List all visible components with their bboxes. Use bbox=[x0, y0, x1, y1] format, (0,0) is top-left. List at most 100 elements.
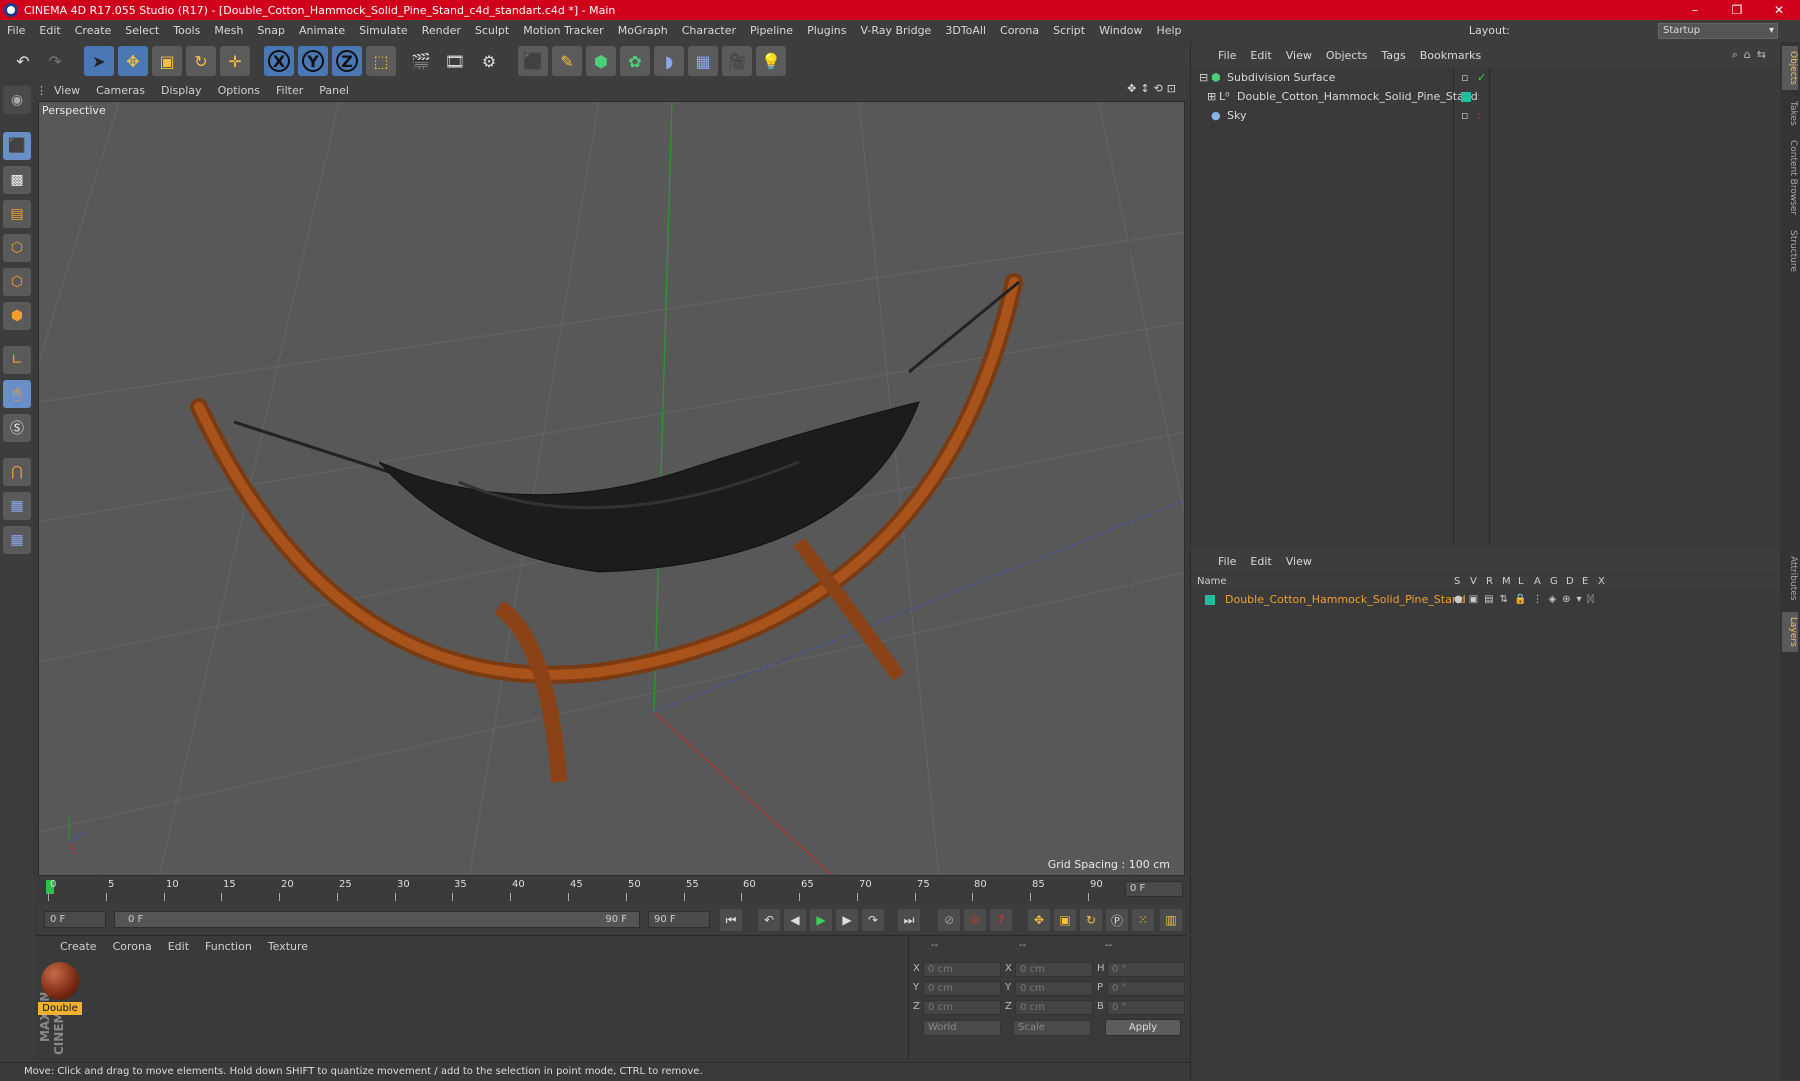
tab-takes[interactable]: Takes bbox=[1782, 96, 1798, 130]
layer-color-swatch[interactable] bbox=[1205, 595, 1215, 605]
menu-mograph[interactable]: MoGraph bbox=[611, 20, 675, 42]
floor-button[interactable]: ▦ bbox=[688, 46, 718, 76]
object-menu-objects[interactable]: Objects bbox=[1319, 49, 1375, 62]
menu-select[interactable]: Select bbox=[118, 20, 166, 42]
record-keys-button[interactable]: ⊘ bbox=[938, 909, 960, 931]
size-y-field[interactable]: 0 cm bbox=[1015, 981, 1093, 996]
visibility-dots-icon[interactable]: : bbox=[1477, 88, 1481, 106]
snap-button[interactable]: Ⓢ bbox=[3, 414, 31, 442]
pen-spline-button[interactable]: ✎ bbox=[552, 46, 582, 76]
material-menu-corona[interactable]: Corona bbox=[105, 940, 160, 953]
timeline-window-button[interactable]: ▥ bbox=[1160, 909, 1182, 931]
texture-mode-button[interactable]: ▩ bbox=[3, 166, 31, 194]
render-to-picture-viewer-button[interactable]: 🎞 bbox=[440, 46, 470, 76]
rotation-key-button[interactable]: ↻ bbox=[1080, 909, 1102, 931]
object-menu-view[interactable]: View bbox=[1279, 49, 1319, 62]
tab-objects[interactable]: Objects bbox=[1782, 46, 1798, 90]
material-swatch-double[interactable]: Double bbox=[38, 960, 82, 1022]
next-key-button[interactable]: ↷ bbox=[862, 909, 884, 931]
menu-mesh[interactable]: Mesh bbox=[207, 20, 250, 42]
material-menu-function[interactable]: Function bbox=[197, 940, 260, 953]
camera-button[interactable]: 🎥 bbox=[722, 46, 752, 76]
perspective-viewport[interactable]: Perspective Grid Spacing : 100 cm bbox=[38, 101, 1185, 876]
previous-key-button[interactable]: ↶ bbox=[758, 909, 780, 931]
rotation-h-field[interactable]: 0 ° bbox=[1107, 962, 1185, 977]
material-menu-texture[interactable]: Texture bbox=[260, 940, 316, 953]
viewport-menu-cameras[interactable]: Cameras bbox=[88, 84, 153, 97]
viewport-menu-panel[interactable]: Panel bbox=[311, 84, 357, 97]
apply-button[interactable]: Apply bbox=[1105, 1019, 1181, 1036]
material-menu-edit[interactable]: Edit bbox=[160, 940, 197, 953]
start-frame-field[interactable]: 0 F bbox=[44, 911, 106, 928]
layer-toggle-icons[interactable]: ●▣▤⇅🔒⋮◈⊕▾ᛞ bbox=[1454, 592, 1600, 608]
axis-mode-button[interactable]: ∟ bbox=[3, 346, 31, 374]
rotation-p-field[interactable]: 0 ° bbox=[1107, 981, 1185, 996]
layer-row[interactable]: Double_Cotton_Hammock_Solid_Pine_Stand ●… bbox=[1191, 592, 1781, 608]
enabled-check-icon[interactable]: ✓ bbox=[1477, 69, 1486, 87]
play-button[interactable]: ▶ bbox=[810, 909, 832, 931]
autokey-button[interactable]: ⊙ bbox=[964, 909, 986, 931]
material-menu-create[interactable]: Create bbox=[52, 940, 105, 953]
close-button[interactable]: ✕ bbox=[1758, 0, 1800, 20]
object-menu-tags[interactable]: Tags bbox=[1374, 49, 1412, 62]
minimize-button[interactable]: – bbox=[1674, 0, 1716, 20]
object-menu-file[interactable]: File bbox=[1211, 49, 1243, 62]
z-axis-button[interactable]: Z bbox=[332, 46, 362, 76]
collapse-icon[interactable]: ⊟ bbox=[1199, 69, 1208, 87]
object-menu-bookmarks[interactable]: Bookmarks bbox=[1413, 49, 1488, 62]
transform-tool-button[interactable]: ✛ bbox=[220, 46, 250, 76]
render-settings-button[interactable]: ⚙ bbox=[474, 46, 504, 76]
tab-structure[interactable]: Structure bbox=[1782, 226, 1798, 276]
layer-menu-file[interactable]: File bbox=[1211, 555, 1243, 568]
maximize-button[interactable]: ❐ bbox=[1716, 0, 1758, 20]
tweak-mode-button[interactable]: 🖱 bbox=[3, 380, 31, 408]
edges-mode-button[interactable]: ⬡ bbox=[3, 268, 31, 296]
viewport-menu-display[interactable]: Display bbox=[153, 84, 210, 97]
tab-attributes[interactable]: Attributes bbox=[1782, 550, 1798, 606]
layer-col-d[interactable]: D bbox=[1566, 576, 1574, 587]
menu-render[interactable]: Render bbox=[415, 20, 468, 42]
move-tool-button[interactable]: ✥ bbox=[118, 46, 148, 76]
polygons-mode-button[interactable]: ⬢ bbox=[3, 302, 31, 330]
grid-snap-button[interactable]: ▦ bbox=[3, 526, 31, 554]
layer-col-x[interactable]: X bbox=[1598, 576, 1605, 587]
point-level-key-button[interactable]: ⁙ bbox=[1132, 909, 1154, 931]
undo-button[interactable]: ↶ bbox=[8, 46, 38, 76]
scale-tool-button[interactable]: ▣ bbox=[152, 46, 182, 76]
next-frame-button[interactable]: ▶ bbox=[836, 909, 858, 931]
coord-system-dropdown[interactable]: World bbox=[923, 1020, 1001, 1036]
light-button[interactable]: 💡 bbox=[756, 46, 786, 76]
size-z-field[interactable]: 0 cm bbox=[1015, 1000, 1093, 1015]
sky-visibility-toggle[interactable]: ▫ bbox=[1461, 107, 1468, 125]
workplane-mode-button[interactable]: ▤ bbox=[3, 200, 31, 228]
menu-motion-tracker[interactable]: Motion Tracker bbox=[516, 20, 610, 42]
keyframe-selection-button[interactable]: ? bbox=[990, 909, 1012, 931]
subdivision-surface-button[interactable]: ⬢ bbox=[586, 46, 616, 76]
model-mode-button[interactable]: ⬛ bbox=[3, 132, 31, 160]
menu-3dtoall[interactable]: 3DToAll bbox=[938, 20, 993, 42]
size-x-field[interactable]: 0 cm bbox=[1015, 962, 1093, 977]
go-to-start-button[interactable]: ⏮ bbox=[720, 909, 742, 931]
menu-corona[interactable]: Corona bbox=[993, 20, 1046, 42]
parameter-key-button[interactable]: Ⓟ bbox=[1106, 909, 1128, 931]
magnet-button[interactable]: ⋂ bbox=[3, 458, 31, 486]
layer-col-e[interactable]: E bbox=[1582, 576, 1588, 587]
y-axis-button[interactable]: Y bbox=[298, 46, 328, 76]
object-row-sky[interactable]: ● Sky ▫ : bbox=[1193, 107, 1779, 125]
x-axis-button[interactable]: X bbox=[264, 46, 294, 76]
menu-edit[interactable]: Edit bbox=[32, 20, 67, 42]
menu-window[interactable]: Window bbox=[1092, 20, 1149, 42]
menu-script[interactable]: Script bbox=[1046, 20, 1092, 42]
layer-menu-edit[interactable]: Edit bbox=[1243, 555, 1278, 568]
menu-animate[interactable]: Animate bbox=[292, 20, 352, 42]
end-frame-field[interactable]: 90 F bbox=[648, 911, 710, 928]
scale-key-button[interactable]: ▣ bbox=[1054, 909, 1076, 931]
layout-dropdown[interactable]: Startup ▾ bbox=[1658, 23, 1778, 39]
cloner-button[interactable]: ✿ bbox=[620, 46, 650, 76]
position-z-field[interactable]: 0 cm bbox=[923, 1000, 1001, 1015]
layer-col-a[interactable]: A bbox=[1534, 576, 1541, 587]
menu-file[interactable]: File bbox=[0, 20, 32, 42]
make-editable-button[interactable]: ◉ bbox=[3, 86, 31, 114]
redo-button[interactable]: ↷ bbox=[40, 46, 70, 76]
rotation-b-field[interactable]: 0 ° bbox=[1107, 1000, 1185, 1015]
